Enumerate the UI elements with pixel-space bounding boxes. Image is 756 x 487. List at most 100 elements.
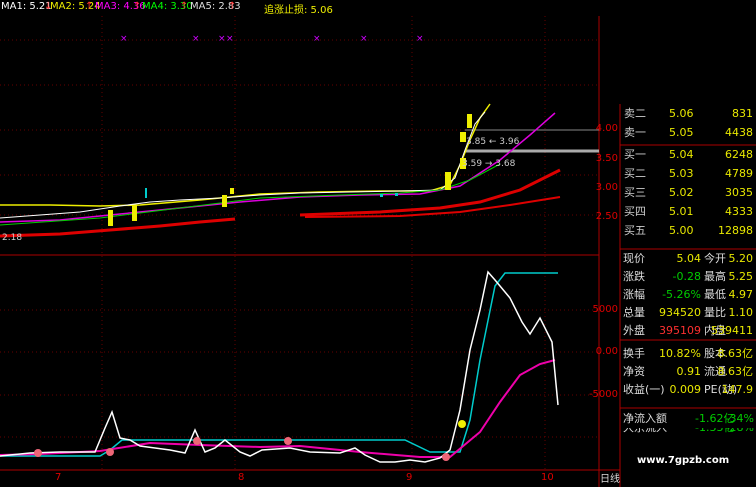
- netflow-label: 净流入额: [623, 412, 667, 425]
- level-label-2: 3.59 → 3.68: [462, 159, 516, 169]
- orderbook-label: 买二: [624, 167, 646, 180]
- stats-panel: 现价 5.04 今开 5.20 涨跌 -0.28 最高 5.25 涨幅 -5.26%…: [621, 250, 756, 410]
- signal-marker: ×: [226, 34, 234, 44]
- orderbook-row[interactable]: 买二 5.03 4789: [621, 164, 756, 183]
- ma5-arrow: ↑: [228, 1, 237, 12]
- watermark: www.7gpzb.com: [637, 455, 730, 466]
- stat-label: 净资: [623, 365, 645, 378]
- stat-value: 5.25: [728, 270, 754, 283]
- stat-value: 0.009: [669, 383, 702, 396]
- stat-value: 5.04: [676, 252, 702, 265]
- ma4-arrow: ↑: [180, 1, 189, 12]
- signal-marker: ×: [192, 34, 200, 44]
- stat-value: 8.63亿: [717, 347, 754, 360]
- netflow-row: 净流入额 -1.62亿 -34%: [621, 410, 756, 427]
- orderbook-row[interactable]: 买三 5.02 3035: [621, 183, 756, 202]
- stat-label: 涨跌: [623, 270, 645, 283]
- orderbook-price: 5.01: [669, 205, 694, 218]
- date-tick: 8: [238, 472, 245, 483]
- date-tick: 10: [541, 472, 554, 483]
- level-label-1: 3.85 ← 3.96: [466, 137, 520, 147]
- stat-value: 1.10: [728, 306, 754, 319]
- osc-tick: 0.00: [595, 346, 618, 357]
- osc-white-line: [0, 270, 559, 463]
- date-tick: 7: [55, 472, 62, 483]
- period-button[interactable]: 日线: [600, 470, 620, 485]
- stat-value: 4.97: [728, 288, 754, 301]
- orderbook-label: 卖二: [624, 107, 646, 120]
- orderbook-row[interactable]: 买四 5.01 4333: [621, 202, 756, 221]
- stat-row: 总量 934520 量比 1.10: [621, 304, 756, 321]
- osc-tick: 5000: [592, 304, 618, 315]
- orderbook-volume: 4789: [725, 167, 753, 180]
- ma3-arrow: ↑: [133, 1, 142, 12]
- price-tick: 2.50: [595, 211, 618, 222]
- netflow2-label: 大宗流入: [623, 428, 667, 436]
- orderbook-label: 买三: [624, 186, 646, 199]
- orderbook-label: 买五: [624, 224, 646, 237]
- orderbook-volume: 12898: [718, 224, 753, 237]
- stat-value: 0.91: [676, 365, 702, 378]
- stat-row: 现价 5.04 今开 5.20: [621, 250, 756, 267]
- stat-row: 涨跌 -0.28 最高 5.25: [621, 268, 756, 285]
- stat-label: 量比: [704, 306, 726, 319]
- stat-label: 涨幅: [623, 288, 645, 301]
- stat-label: 换手: [623, 347, 645, 360]
- orderbook-volume: 4333: [725, 205, 753, 218]
- price-tick: 3.50: [595, 153, 618, 164]
- osc-cyan-line: [0, 272, 558, 457]
- stop-loss-label: 追涨止损: 5.06: [264, 5, 333, 16]
- stat-value: 10.82%: [659, 347, 701, 360]
- stat-label: 现价: [623, 252, 645, 265]
- netflow-pct: -34%: [725, 412, 754, 425]
- orderbook-row[interactable]: 买一 5.04 6248: [621, 145, 756, 164]
- orderbook-volume: 4438: [725, 126, 753, 139]
- stat-row: 外盘 395109 内盘 539411: [621, 322, 756, 339]
- osc-tick: -5000: [588, 389, 618, 400]
- signal-marker: ×: [416, 34, 424, 44]
- netflow2-row: 大宗流入 -1.33亿 -28%: [621, 428, 756, 438]
- netflow2-pct: -28%: [726, 428, 754, 436]
- stat-row: 涨幅 -5.26% 最低 4.97: [621, 286, 756, 303]
- stat-label: 总量: [623, 306, 645, 319]
- stat-value: 147.9: [721, 383, 754, 396]
- orderbook-price: 5.05: [669, 126, 694, 139]
- stat-row: 换手 10.82% 股本 8.63亿: [621, 345, 756, 362]
- orderbook-label: 卖一: [624, 126, 646, 139]
- ma2-arrow: ↑: [85, 1, 94, 12]
- date-tick: 9: [406, 472, 413, 483]
- orderbook-row[interactable]: 卖一 5.05 4438: [621, 123, 756, 142]
- orderbook-label: 买一: [624, 148, 646, 161]
- orderbook-price: 5.03: [669, 167, 694, 180]
- ma-legend-bar: MA1: 5.21 ↓ MA2: 5.24 ↑ MA3: 4.36 ↑ MA4:…: [0, 0, 756, 16]
- signal-marker: ×: [360, 34, 368, 44]
- price-tick: 4.00: [595, 123, 618, 134]
- orderbook-row[interactable]: 买五 5.00 12898: [621, 221, 756, 240]
- low-label: 2.18: [2, 233, 23, 243]
- stat-value: 539411: [711, 324, 753, 337]
- price-tick: 3.00: [595, 182, 618, 193]
- orderbook-price: 5.02: [669, 186, 694, 199]
- stat-value: 934520: [659, 306, 701, 319]
- signal-marker: ×: [313, 34, 321, 44]
- stat-row: 收益(一) 0.009 PE(动) 147.9: [621, 381, 756, 398]
- orderbook-label: 买四: [624, 205, 646, 218]
- stat-label: 外盘: [623, 324, 645, 337]
- stat-label: 今开: [704, 252, 726, 265]
- orderbook-volume: 6248: [725, 148, 753, 161]
- stat-label: 最低: [704, 288, 726, 301]
- stat-value: 8.63亿: [717, 365, 754, 378]
- stat-value: 395109: [659, 324, 701, 337]
- orderbook-volume: 3035: [725, 186, 753, 199]
- orderbook-price: 5.04: [669, 148, 694, 161]
- stat-value: 5.20: [728, 252, 754, 265]
- signal-marker: ×: [218, 34, 226, 44]
- stat-label: 最高: [704, 270, 726, 283]
- stat-value: -0.28: [672, 270, 701, 283]
- orderbook-row[interactable]: 卖二 5.06 831: [621, 104, 756, 123]
- price-grid: [0, 16, 599, 470]
- orderbook-volume: 831: [732, 107, 753, 120]
- signal-marker: ×: [120, 34, 128, 44]
- orderbook-price: 5.00: [669, 224, 694, 237]
- stat-row: 净资 0.91 流通 8.63亿: [621, 363, 756, 380]
